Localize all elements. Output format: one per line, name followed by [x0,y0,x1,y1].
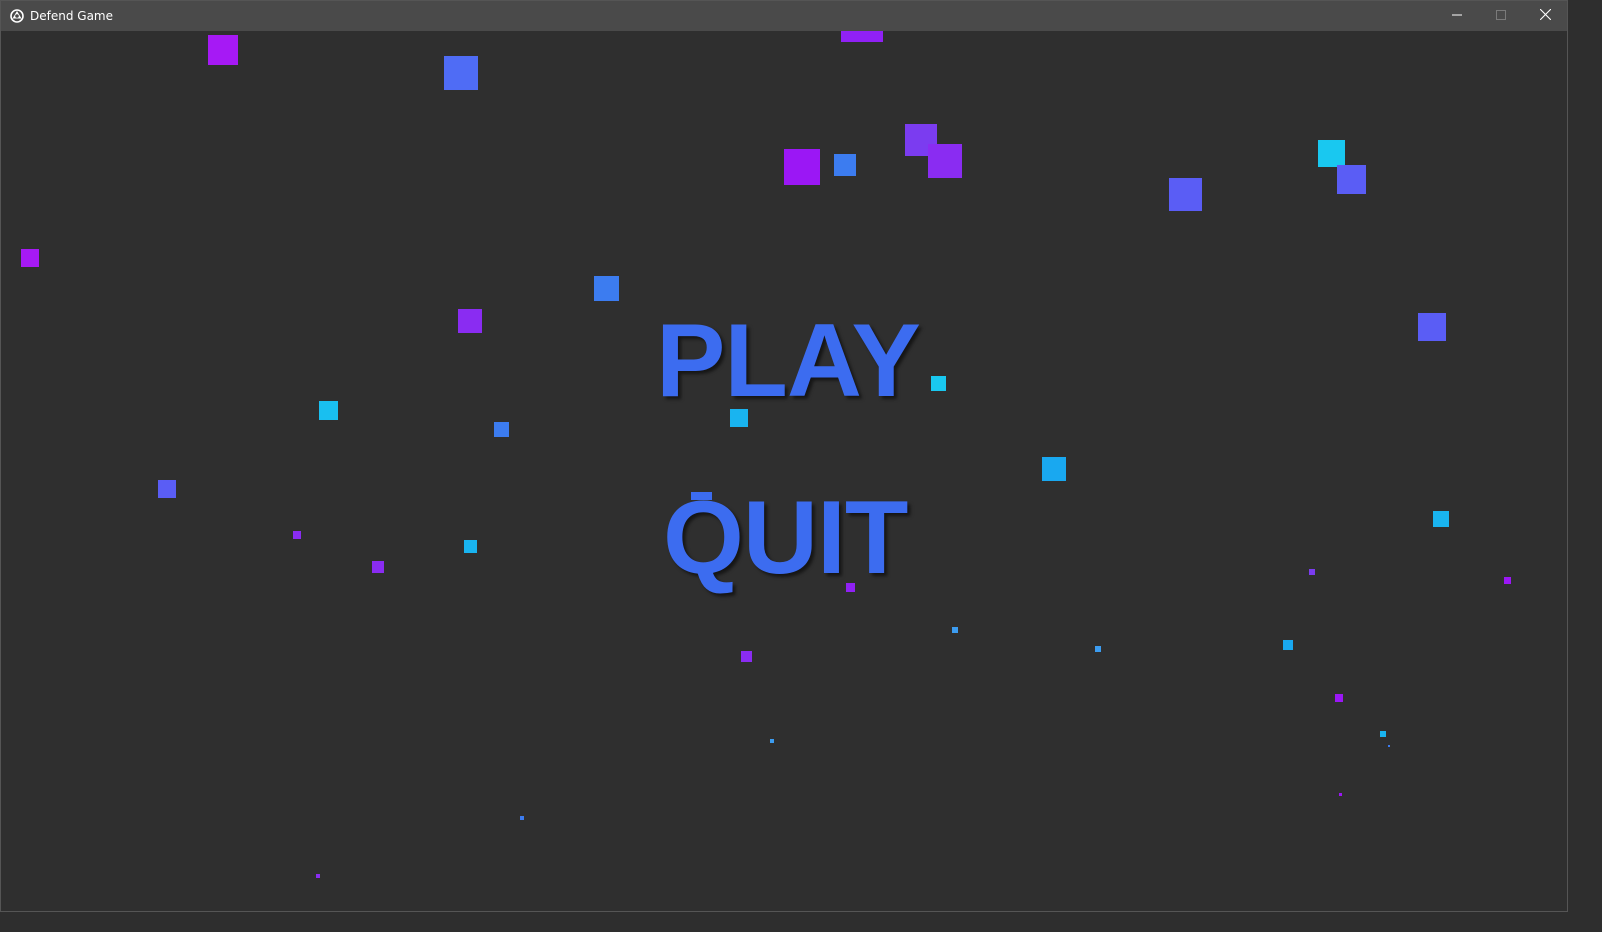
particle [1504,577,1511,584]
title-bar[interactable]: Defend Game [1,1,1567,31]
close-icon [1539,8,1551,23]
particle [841,31,883,42]
particle [952,627,958,633]
play-button[interactable]: PLAY [656,309,921,413]
particle [494,422,509,437]
particle [1337,165,1366,194]
particle [1380,731,1386,737]
particle [1309,569,1315,575]
particle [464,540,477,553]
particle [594,276,619,301]
unity-icon [10,9,24,23]
particle [21,249,39,267]
window-title: Defend Game [30,9,113,23]
particle [1433,511,1449,527]
particle [1042,457,1066,481]
particle [1169,178,1202,211]
particle [928,144,962,178]
particle [1339,793,1342,796]
particle [1418,313,1446,341]
particle [741,651,752,662]
maximize-button[interactable] [1479,1,1523,31]
particle [208,35,238,65]
particle [784,149,820,185]
particle [1318,140,1345,167]
particle [770,739,774,743]
particle [293,531,301,539]
particle [316,874,320,878]
particle [1095,646,1101,652]
quit-button[interactable]: QUIT [663,486,908,590]
particle [458,309,482,333]
window-controls [1435,1,1567,31]
particle [1283,640,1293,650]
minimize-icon [1452,9,1462,23]
particle [444,56,478,90]
game-canvas[interactable]: PLAY QUIT [1,31,1567,911]
particle [1335,694,1343,702]
particle [931,376,946,391]
particle [1388,745,1390,747]
game-window: Defend Game PLAY QUIT [0,0,1568,912]
particle [372,561,384,573]
particle [834,154,856,176]
maximize-icon [1496,9,1506,23]
particle [319,401,338,420]
particle [520,816,524,820]
close-button[interactable] [1523,1,1567,31]
minimize-button[interactable] [1435,1,1479,31]
particle [158,480,176,498]
